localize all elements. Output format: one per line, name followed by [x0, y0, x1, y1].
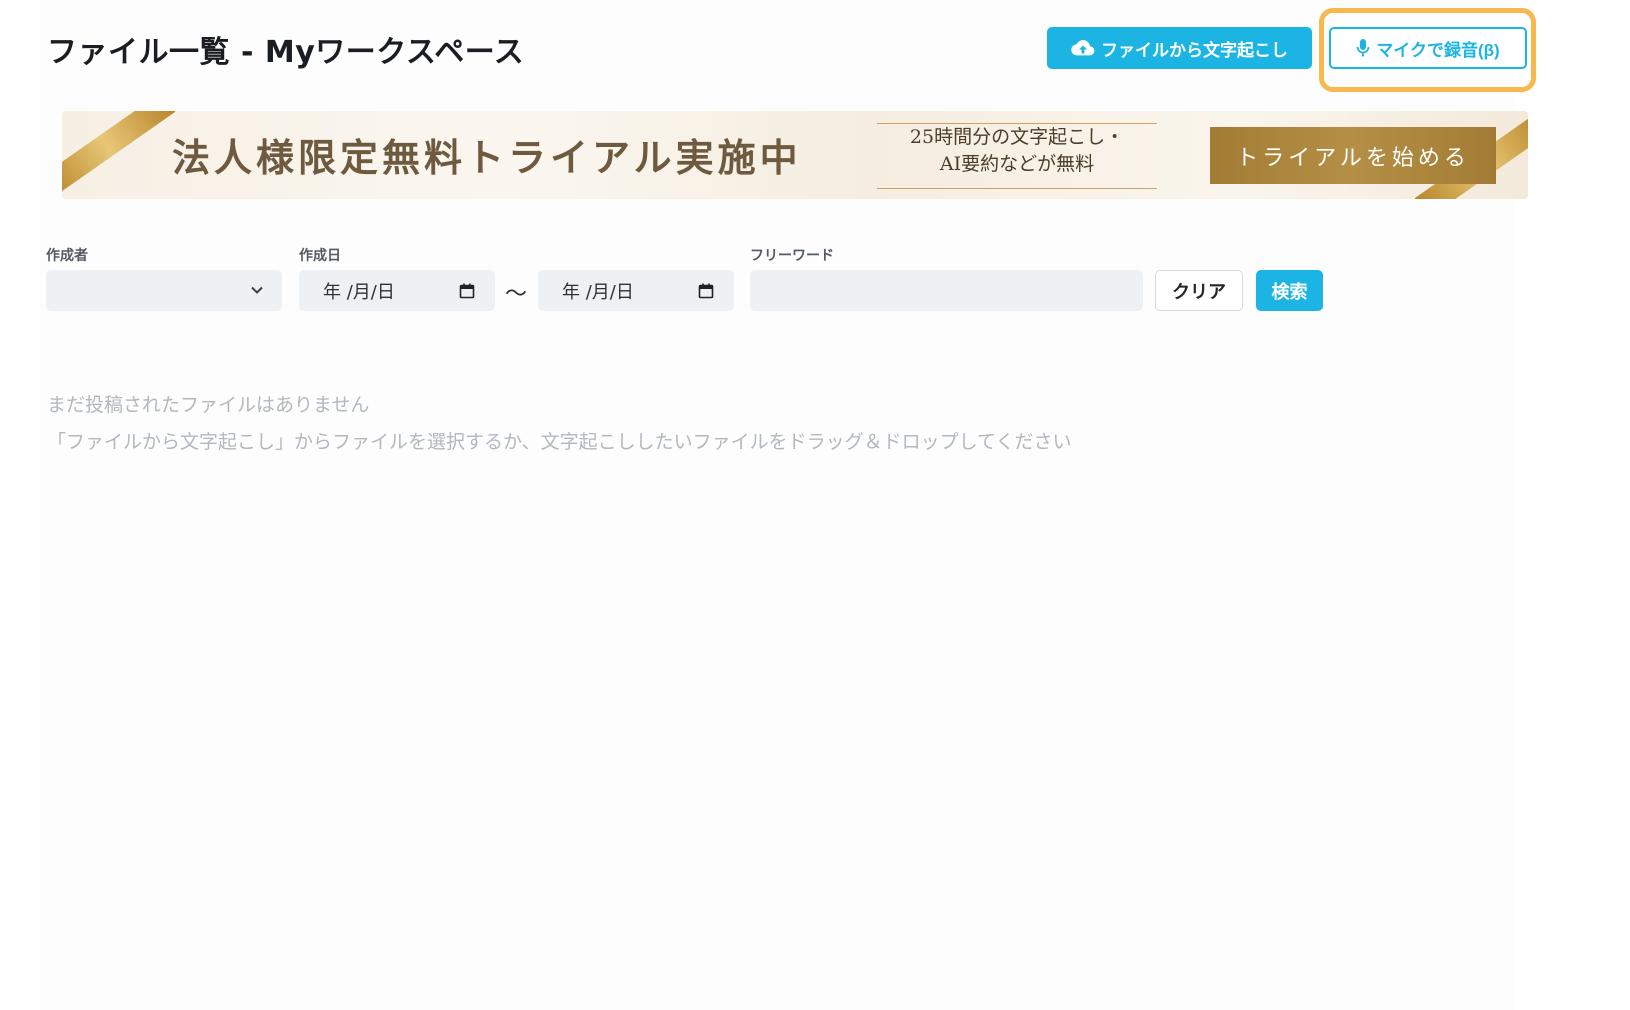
calendar-icon[interactable] — [698, 283, 714, 299]
banner-subtext: 25時間分の文字起こし・ AI要約などが無料 — [877, 123, 1157, 189]
upload-transcribe-button[interactable]: ファイルから文字起こし — [1047, 27, 1312, 69]
page: ファイル一覧 - Myワークスペース ファイルから文字起こし マイクで録音(β)… — [0, 0, 1630, 1010]
cloud-upload-icon — [1071, 39, 1095, 57]
clear-button[interactable]: クリア — [1155, 270, 1243, 311]
empty-state-hint: 「ファイルから文字起こし」からファイルを選択するか、文字起こししたいファイルをド… — [47, 431, 1072, 453]
banner-headline: 法人様限定無料トライアル実施中 — [172, 135, 802, 180]
mic-button-label: マイクで録音(β) — [1376, 40, 1500, 60]
mic-record-button[interactable]: マイクで録音(β) — [1329, 27, 1527, 69]
chevron-down-icon — [251, 286, 263, 294]
keyword-label: フリーワード — [750, 248, 834, 264]
page-title: ファイル一覧 - Myワークスペース — [47, 35, 525, 70]
keyword-input[interactable] — [750, 270, 1143, 311]
date-from-input[interactable]: 年 /月/日 — [299, 270, 495, 311]
date-to-input[interactable]: 年 /月/日 — [538, 270, 734, 311]
date-to-placeholder: 年 /月/日 — [562, 281, 634, 303]
date-from-placeholder: 年 /月/日 — [323, 281, 395, 303]
banner-subtext-line1: 25時間分の文字起こし・ — [909, 126, 1125, 148]
empty-state-message: まだ投稿されたファイルはありません — [47, 394, 370, 416]
upload-button-label: ファイルから文字起こし — [1101, 40, 1288, 60]
date-range-separator: 〜 — [505, 282, 528, 307]
trial-banner[interactable]: 法人様限定無料トライアル実施中 25時間分の文字起こし・ AI要約などが無料 ト… — [62, 111, 1528, 199]
created-date-label: 作成日 — [299, 248, 341, 264]
banner-ribbon-left — [62, 111, 176, 198]
microphone-icon — [1356, 38, 1370, 58]
author-select[interactable] — [46, 270, 282, 311]
calendar-icon[interactable] — [459, 283, 475, 299]
start-trial-button[interactable]: トライアルを始める — [1210, 127, 1496, 184]
search-button[interactable]: 検索 — [1256, 270, 1323, 311]
banner-subtext-line2: AI要約などが無料 — [939, 153, 1095, 175]
author-label: 作成者 — [46, 248, 88, 264]
